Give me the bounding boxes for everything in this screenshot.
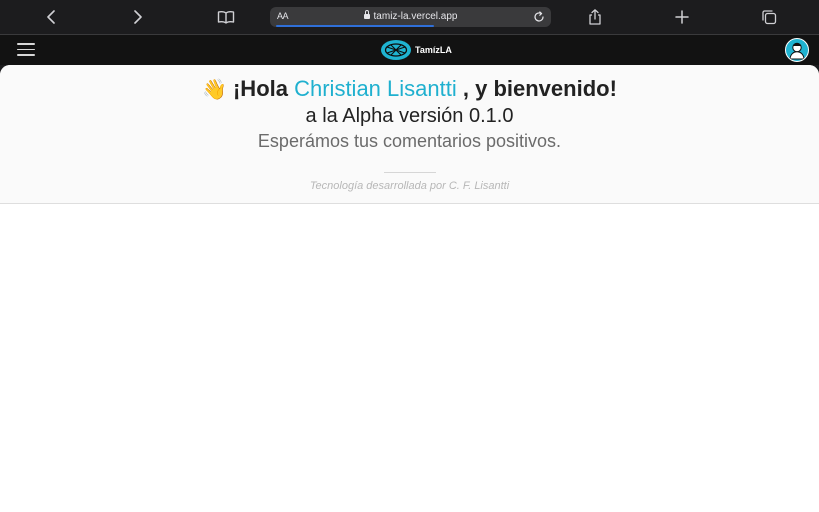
- new-tab-icon: [675, 10, 689, 24]
- username: Christian Lisantti: [294, 76, 457, 101]
- divider: [383, 172, 436, 173]
- app-navbar: TamízLA: [0, 35, 819, 65]
- bookmarks-button[interactable]: [214, 6, 238, 28]
- bookmarks-icon: [217, 11, 235, 24]
- browser-toolbar: AA tamiz-la.vercel.app: [0, 0, 819, 34]
- address-bar[interactable]: AA tamiz-la.vercel.app: [270, 7, 551, 27]
- tabs-icon: [762, 10, 777, 25]
- back-button[interactable]: [39, 6, 63, 28]
- brand-name: TamízLA: [415, 45, 452, 55]
- menu-button[interactable]: [17, 43, 35, 57]
- brand-logo[interactable]: TamízLA: [380, 39, 452, 61]
- url-value: tamiz-la.vercel.app: [373, 11, 458, 22]
- reload-icon: [534, 11, 544, 22]
- wave-emoji-icon: 👋: [202, 79, 227, 101]
- subtitle: Esperámos tus comentarios positivos.: [257, 131, 562, 151]
- share-button[interactable]: [583, 6, 607, 28]
- forward-button[interactable]: [126, 6, 150, 28]
- welcome-hero: 👋 ¡Hola Christian Lisantti , y bienvenido…: [0, 65, 819, 204]
- menu-icon: [17, 43, 35, 56]
- new-tab-button[interactable]: [670, 6, 694, 28]
- share-icon: [589, 9, 601, 25]
- version-line: a la Alpha versión 0.1.0: [305, 105, 514, 127]
- user-avatar-icon: [789, 42, 805, 60]
- page-load-progress: [276, 25, 434, 27]
- avatar[interactable]: [785, 38, 809, 62]
- tabs-overview-button[interactable]: [757, 6, 781, 28]
- back-icon: [47, 10, 55, 24]
- main-content: 👋 ¡Hola Christian Lisantti , y bienvenido…: [0, 65, 819, 512]
- welcome-heading: 👋 ¡Hola Christian Lisantti , y bienvenido…: [0, 65, 819, 103]
- lock-icon: [363, 10, 370, 19]
- forward-icon: [134, 10, 142, 24]
- greeting-prefix: ¡Hola: [232, 76, 288, 101]
- greeting-suffix: , y bienvenido!: [462, 76, 617, 101]
- brand-logo-icon: [381, 40, 411, 60]
- url-text[interactable]: tamiz-la.vercel.app: [270, 10, 551, 22]
- reload-button[interactable]: [531, 9, 547, 25]
- credit-text: Tecnología desarrollada por C. F. Lisant…: [309, 180, 510, 192]
